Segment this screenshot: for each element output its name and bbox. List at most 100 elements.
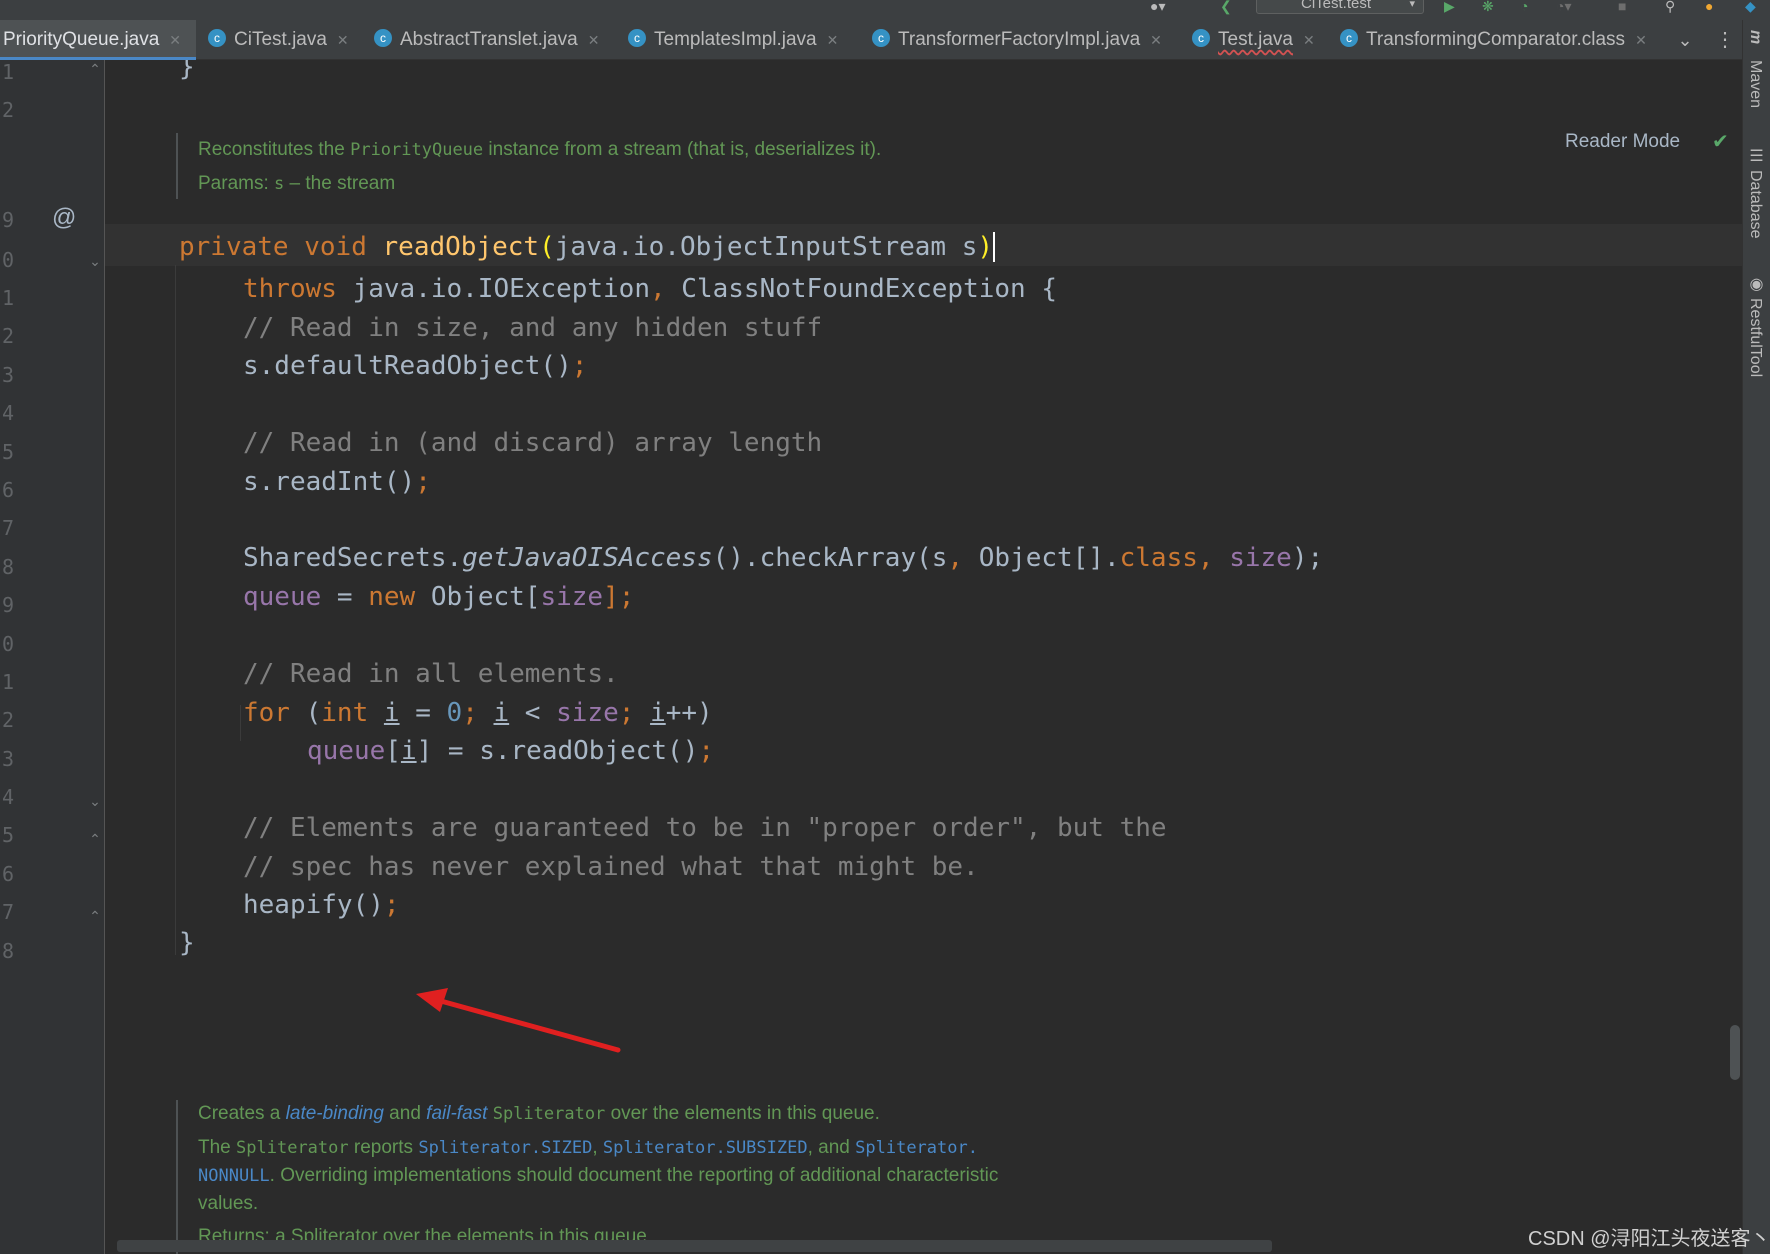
doc-params-label: Params:: [198, 173, 269, 194]
fold-start-icon[interactable]: ⌄: [86, 252, 104, 270]
database-tool-button[interactable]: Database: [1746, 170, 1764, 239]
coverage-icon[interactable]: ◔: [1520, 0, 1528, 13]
close-icon[interactable]: ✕: [827, 32, 839, 48]
line-number: 3: [1, 363, 14, 387]
code-editor[interactable]: 1 2 9 0 1 2 3 4 5 6 7 8 9 0 1 2 3 4 5 6 …: [0, 60, 1742, 1254]
indent-guide: [175, 265, 176, 955]
close-icon[interactable]: ✕: [1150, 32, 1162, 48]
vertical-scrollbar-thumb[interactable]: [1730, 1025, 1740, 1080]
code-token: size: [540, 582, 604, 612]
code-token: java.io.IOException: [336, 274, 650, 304]
code-line: private void readObject(java.io.ObjectIn…: [179, 232, 996, 262]
doc-link[interactable]: Spliterator.SUBSIZED: [603, 1138, 808, 1158]
fold-end-icon[interactable]: ⌃: [86, 830, 104, 848]
code-token: ++): [665, 698, 713, 728]
tab-transformingcomparator[interactable]: c TransformingComparator.class ✕: [1340, 20, 1647, 60]
back-arrow-icon[interactable]: ❮: [1220, 0, 1232, 13]
stop-icon[interactable]: ■: [1618, 0, 1626, 13]
restfultool-button[interactable]: RestfulTool: [1746, 298, 1764, 377]
doc-param-name: s: [274, 174, 285, 194]
code-comment: // spec has never explained what that mi…: [243, 852, 979, 882]
code-token: (: [539, 232, 555, 262]
run-configuration-label: CiTest.test: [1301, 0, 1372, 12]
tab-test[interactable]: c Test.java ✕: [1192, 20, 1315, 60]
tab-label: CiTest.java: [234, 29, 327, 50]
chevron-down-icon: ▾: [1409, 0, 1415, 10]
close-icon[interactable]: ✕: [588, 32, 600, 48]
doc-link[interactable]: Spliterator.SIZED: [418, 1138, 592, 1158]
close-icon[interactable]: ✕: [169, 32, 181, 48]
tab-templatesimpl[interactable]: c TemplatesImpl.java ✕: [628, 20, 838, 60]
overrides-method-icon[interactable]: @: [52, 204, 76, 232]
globe-icon: ◉: [1747, 274, 1764, 293]
code-line: heapify();: [243, 890, 400, 920]
search-icon[interactable]: ⚲: [1665, 0, 1675, 13]
doc-text: , and: [807, 1137, 856, 1158]
doc-param-desc: – the stream: [284, 173, 396, 194]
show-hidden-tabs-icon[interactable]: ⌄: [1670, 20, 1700, 60]
code-token: getJavaOISAccess: [462, 543, 713, 573]
doc-code: Spliterator: [492, 1104, 606, 1124]
tab-label: TemplatesImpl.java: [654, 29, 817, 50]
code-line: // spec has never explained what that mi…: [243, 852, 979, 882]
code-comment: // Read in size, and any hidden stuff: [243, 313, 823, 343]
code-token: new: [368, 582, 416, 612]
database-icon: ☰: [1747, 146, 1764, 165]
close-icon[interactable]: ✕: [337, 32, 349, 48]
debug-icon[interactable]: ❋: [1482, 0, 1494, 13]
reader-mode-button[interactable]: Reader Mode: [1565, 131, 1680, 153]
code-token: Object[: [415, 582, 541, 612]
close-icon[interactable]: ✕: [1303, 32, 1315, 48]
class-icon: c: [628, 28, 646, 47]
line-number: 2: [1, 324, 14, 348]
profile-icon[interactable]: ◔▾: [1556, 0, 1571, 13]
tab-abstracttranslet[interactable]: c AbstractTranslet.java ✕: [374, 20, 600, 60]
tab-transformerfactoryimpl[interactable]: c TransformerFactoryImpl.java ✕: [872, 20, 1162, 60]
maven-tool-button[interactable]: Maven: [1746, 60, 1764, 108]
close-icon[interactable]: ✕: [1635, 32, 1647, 48]
tab-citest[interactable]: c CiTest.java ✕: [208, 20, 349, 60]
code-line: SharedSecrets.getJavaOISAccess().checkAr…: [243, 543, 1323, 573]
code-token: private: [179, 232, 289, 262]
doc-link[interactable]: NONNULL: [198, 1166, 270, 1186]
run-icon[interactable]: ▶: [1444, 0, 1455, 13]
tab-priorityqueue[interactable]: PriorityQueue.java ✕: [0, 20, 196, 60]
code-line: queue[i] = s.readObject();: [307, 736, 714, 766]
code-token: i: [383, 698, 400, 728]
maven-icon: m: [1747, 30, 1764, 45]
line-number: 0: [1, 248, 14, 272]
code-token: ;: [415, 467, 431, 497]
line-number: 1: [1, 286, 14, 310]
doc-text: . Overriding implementations should docu…: [269, 1165, 999, 1186]
user-icon[interactable]: ●▾: [1150, 0, 1165, 13]
update-icon[interactable]: ●: [1705, 0, 1713, 13]
code-token: ;: [698, 736, 715, 766]
run-configuration-select[interactable]: CiTest.test ▾: [1256, 0, 1424, 14]
javadoc-rendered: Creates a late-binding and fail-fast Spl…: [176, 1100, 1118, 1254]
doc-link[interactable]: Spliterator.: [855, 1138, 978, 1158]
doc-summary: Creates a late-binding and fail-fast Spl…: [198, 1100, 1118, 1128]
fold-end-icon[interactable]: ⌃: [86, 907, 104, 925]
fold-end-icon[interactable]: ⌃: [86, 60, 104, 78]
javadoc-rendered: Reconstitutes the PriorityQueue instance…: [176, 133, 881, 199]
doc-paragraph: The Spliterator reports Spliterator.SIZE…: [198, 1134, 1118, 1217]
more-options-icon[interactable]: ⋮: [1715, 20, 1735, 60]
code-line: s.readInt();: [243, 467, 431, 497]
class-icon: c: [872, 28, 890, 47]
code-token: ;: [462, 698, 478, 728]
line-number: 9: [1, 208, 14, 232]
plugin-icon[interactable]: ◆: [1745, 0, 1756, 13]
code-token: SharedSecrets.: [243, 543, 463, 573]
horizontal-scrollbar[interactable]: [117, 1240, 1272, 1252]
code-token: ().checkArray(s: [712, 543, 948, 573]
code-line: s.defaultReadObject();: [243, 351, 587, 381]
fold-start-icon[interactable]: ⌄: [86, 792, 104, 810]
check-icon[interactable]: ✔: [1712, 129, 1729, 154]
code-token: ClassNotFoundException {: [665, 274, 1057, 304]
code-token: queue: [243, 582, 322, 612]
code-token: size: [556, 698, 619, 728]
code-line: // Read in all elements.: [243, 659, 619, 689]
